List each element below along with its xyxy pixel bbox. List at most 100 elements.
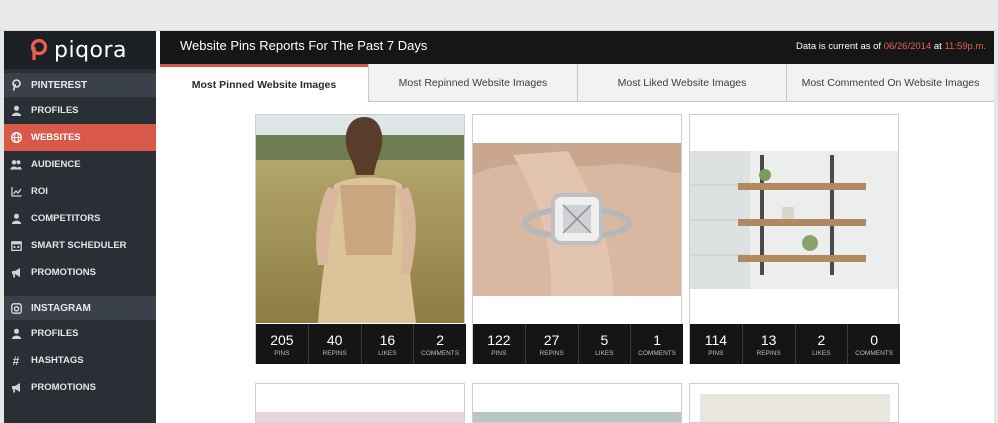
stat-value: 114 [704, 331, 728, 348]
sidebar-item-label: PROMOTIONS [31, 382, 96, 393]
image-card[interactable]: 205 PINS 40 REPINS 16 LIKES 2 COMMENTS [255, 114, 466, 364]
sidebar-item-smart-scheduler[interactable]: SMART SCHEDULER [4, 232, 156, 259]
pin-image[interactable] [700, 394, 890, 422]
stat-value: 205 [270, 331, 294, 348]
report-tabs: Most Pinned Website Images Most Repinned… [160, 64, 994, 102]
sidebar-item-promotions[interactable]: PROMOTIONS [4, 259, 156, 286]
app-window: piqora PINTEREST PROFILES WEBSITES AUDIE… [4, 31, 994, 423]
stat-label: COMMENTS [638, 349, 677, 357]
sidebar-item-label: AUDIENCE [31, 159, 81, 170]
stat-value: 5 [600, 331, 609, 348]
sidebar-item-label: PROFILES [31, 328, 79, 339]
image-card[interactable]: 122 PINS 27 REPINS 5 LIKES 1 COMMENTS [472, 114, 683, 364]
sidebar-item-label: COMPETITORS [31, 213, 101, 224]
pin-image-ring[interactable] [473, 115, 681, 323]
stat-value: 27 [543, 331, 560, 348]
sidebar-item-label: WEBSITES [31, 132, 81, 143]
data-date: 06/26/2014 [883, 41, 932, 52]
pin-image-shelves[interactable] [690, 115, 898, 323]
stat-value: 16 [379, 331, 396, 348]
sidebar-item-label: PROMOTIONS [31, 267, 96, 278]
sidebar-section-label: PINTEREST [31, 79, 88, 91]
sidebar-section-pinterest[interactable]: PINTEREST [4, 73, 156, 97]
stat-value: 40 [326, 331, 343, 348]
user-icon [10, 213, 22, 225]
sidebar-item-roi[interactable]: ROI [4, 178, 156, 205]
audience-icon [10, 159, 22, 171]
instagram-icon [10, 302, 22, 314]
stat-label: PINS [491, 349, 507, 357]
pin-stats: 205 PINS 40 REPINS 16 LIKES 2 COMMENTS [256, 324, 466, 364]
page-title: Website Pins Reports For The Past 7 Days [180, 38, 428, 53]
piqora-logo-icon [30, 38, 48, 61]
megaphone-icon [10, 382, 22, 394]
sidebar-item-websites[interactable]: WEBSITES [4, 124, 156, 151]
stat-repins: 13 REPINS [743, 324, 796, 364]
pin-stats: 122 PINS 27 REPINS 5 LIKES 1 COMMENTS [473, 324, 683, 364]
stat-pins: 114 PINS [690, 324, 743, 364]
stat-label: COMMENTS [421, 349, 460, 357]
stat-pins: 205 PINS [256, 324, 309, 364]
user-icon [10, 328, 22, 340]
tab-most-commented[interactable]: Most Commented On Website Images [786, 64, 994, 102]
sidebar: piqora PINTEREST PROFILES WEBSITES AUDIE… [4, 31, 156, 423]
stat-label: REPINS [322, 349, 347, 357]
pin-image-dress[interactable] [256, 115, 464, 323]
image-card[interactable]: 114 PINS 13 REPINS 2 LIKES 0 COMMENTS [689, 114, 900, 364]
sidebar-item-label: HASHTAGS [31, 355, 84, 366]
stat-label: REPINS [756, 349, 781, 357]
date-prefix: Data is current as of [796, 41, 882, 52]
stat-value: 0 [870, 331, 879, 348]
image-card[interactable] [689, 383, 899, 423]
sidebar-item-competitors[interactable]: COMPETITORS [4, 205, 156, 232]
hashtag-icon: # [12, 353, 20, 368]
pin-image[interactable] [473, 412, 681, 422]
image-card[interactable] [255, 383, 465, 423]
sidebar-item-instagram-profiles[interactable]: PROFILES [4, 320, 156, 347]
stat-value: 13 [760, 331, 777, 348]
logo[interactable]: piqora [4, 31, 156, 69]
stat-repins: 40 REPINS [309, 324, 362, 364]
stat-value: 2 [817, 331, 826, 348]
stat-comments: 1 COMMENTS [631, 324, 683, 364]
user-icon [10, 105, 22, 117]
pin-image[interactable] [256, 412, 464, 422]
stat-value: 122 [487, 331, 511, 348]
stat-pins: 122 PINS [473, 324, 526, 364]
stat-likes: 2 LIKES [796, 324, 849, 364]
stat-label: LIKES [378, 349, 397, 357]
line-chart-icon [10, 186, 22, 198]
stat-label: REPINS [539, 349, 564, 357]
stat-label: LIKES [595, 349, 614, 357]
stat-value: 2 [436, 331, 445, 348]
date-at: at [933, 41, 942, 52]
logo-text: piqora [54, 37, 128, 63]
sidebar-item-profiles[interactable]: PROFILES [4, 97, 156, 124]
sidebar-section-label: INSTAGRAM [31, 302, 91, 314]
sidebar-section-instagram[interactable]: INSTAGRAM [4, 296, 156, 320]
stat-label: PINS [708, 349, 724, 357]
globe-icon [10, 132, 22, 144]
sidebar-item-audience[interactable]: AUDIENCE [4, 151, 156, 178]
stat-value: 1 [653, 331, 662, 348]
page-header: Website Pins Reports For The Past 7 Days… [160, 31, 994, 64]
pinterest-icon [10, 79, 22, 91]
stat-label: COMMENTS [855, 349, 894, 357]
calendar-icon [10, 240, 22, 252]
image-card[interactable] [472, 383, 682, 423]
tab-most-pinned[interactable]: Most Pinned Website Images [160, 64, 368, 102]
sidebar-item-instagram-promotions[interactable]: PROMOTIONS [4, 374, 156, 401]
sidebar-item-hashtags[interactable]: # HASHTAGS [4, 347, 156, 374]
megaphone-icon [10, 267, 22, 279]
stat-comments: 2 COMMENTS [414, 324, 466, 364]
sidebar-item-label: PROFILES [31, 105, 79, 116]
tab-most-liked[interactable]: Most Liked Website Images [577, 64, 786, 102]
data-freshness-note: Data is current as of 06/26/2014 at 11:5… [796, 41, 986, 52]
tab-most-repinned[interactable]: Most Repinned Website Images [368, 64, 577, 102]
sidebar-item-label: ROI [31, 186, 48, 197]
browser-frame-top [0, 0, 998, 31]
stat-label: PINS [274, 349, 290, 357]
stat-label: LIKES [812, 349, 831, 357]
stat-comments: 0 COMMENTS [848, 324, 900, 364]
stat-likes: 5 LIKES [579, 324, 632, 364]
